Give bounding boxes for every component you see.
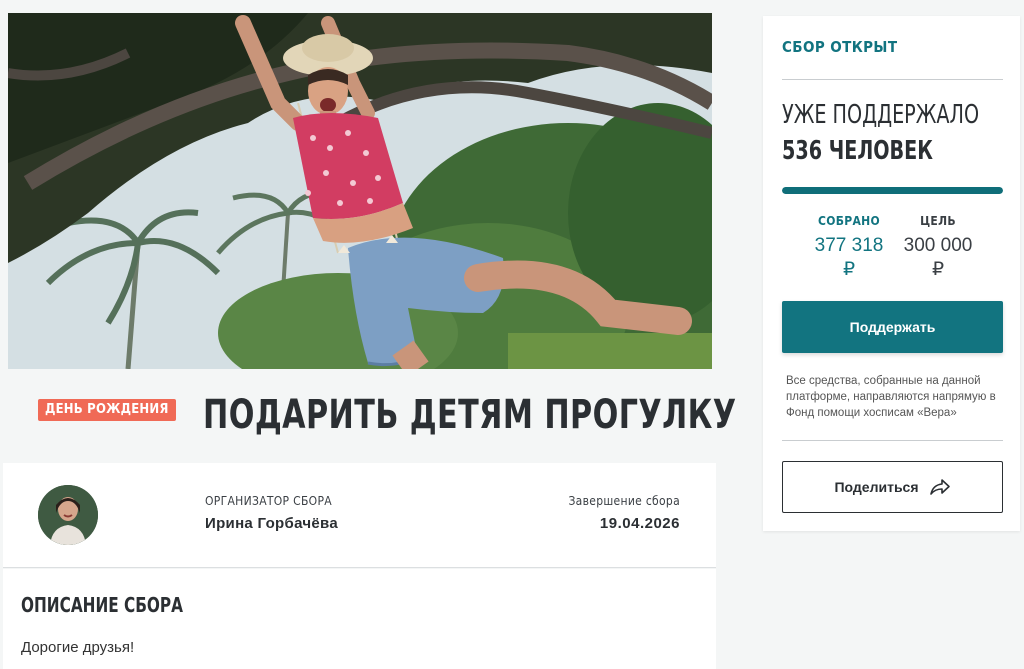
currency-symbol: ₽ bbox=[842, 259, 856, 280]
progress-fill bbox=[782, 187, 1003, 194]
collected-label: СОБРАНО bbox=[818, 214, 880, 228]
organizer-card: ОРГАНИЗАТОР СБОРА Ирина Горбачёва Заверш… bbox=[3, 463, 716, 568]
support-button[interactable]: Поддержать bbox=[782, 301, 1003, 353]
donation-sidebar: СБОР ОТКРЫТ УЖЕ ПОДДЕРЖАЛО 536 ЧЕЛОВЕК С… bbox=[763, 16, 1020, 531]
campaign-status: СБОР ОТКРЫТ bbox=[782, 38, 898, 56]
campaign-title-row: ДЕНЬ РОЖДЕНИЯ ПОДАРИТЬ ДЕТЯМ ПРОГУЛКУ bbox=[0, 369, 736, 463]
share-button[interactable]: Поделиться bbox=[782, 461, 1003, 513]
progress-bar bbox=[782, 187, 1003, 194]
avatar[interactable] bbox=[38, 485, 98, 545]
goal-stat: ЦЕЛЬ 300 000 ₽ bbox=[897, 214, 979, 282]
share-label: Поделиться bbox=[834, 479, 919, 495]
share-arrow-icon bbox=[929, 478, 951, 496]
end-date-label: Завершение сбора bbox=[568, 494, 680, 508]
divider bbox=[782, 440, 1003, 441]
end-date: 19.04.2026 bbox=[599, 515, 680, 532]
campaign-photo bbox=[8, 13, 712, 369]
category-badge: ДЕНЬ РОЖДЕНИЯ bbox=[38, 399, 176, 421]
collected-value: 377 318 bbox=[814, 235, 884, 256]
description-text: Дорогие друзья! bbox=[21, 639, 135, 656]
organizer-label: ОРГАНИЗАТОР СБОРА bbox=[205, 494, 332, 508]
currency-symbol: ₽ bbox=[931, 259, 945, 280]
supporters-heading: УЖЕ ПОДДЕРЖАЛО bbox=[782, 100, 980, 130]
divider bbox=[782, 79, 1003, 80]
collected-stat: СОБРАНО 377 318 ₽ bbox=[803, 214, 895, 282]
goal-label: ЦЕЛЬ bbox=[920, 214, 956, 228]
description-title: ОПИСАНИЕ СБОРА bbox=[21, 593, 183, 617]
page-title: ПОДАРИТЬ ДЕТЯМ ПРОГУЛКУ bbox=[203, 392, 737, 438]
description-section: ОПИСАНИЕ СБОРА Дорогие друзья! bbox=[3, 569, 716, 669]
supporters-count: 536 ЧЕЛОВЕК bbox=[782, 136, 933, 166]
organizer-name[interactable]: Ирина Горбачёва bbox=[205, 515, 338, 532]
goal-value: 300 000 bbox=[903, 235, 973, 256]
funds-note: Все средства, собранные на данной платфо… bbox=[786, 375, 996, 419]
